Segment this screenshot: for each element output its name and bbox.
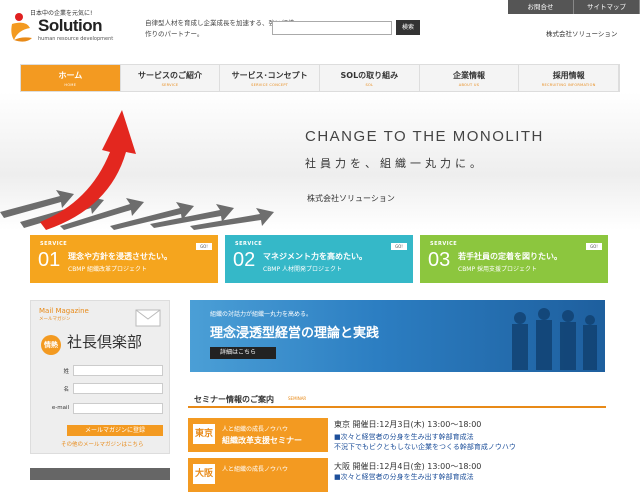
envelope-icon xyxy=(135,309,161,327)
sitemap-link[interactable]: サイトマップ xyxy=(574,0,640,14)
service-tag: SERVICE xyxy=(235,241,263,247)
nav-sub: SERVICE CONCEPT xyxy=(251,83,289,87)
service-card-02[interactable]: SERVICE 02 マネジメント力を高めたい。 CBMP 人材開発プロジェクト… xyxy=(225,235,413,283)
logo[interactable]: 日本中の企業を元気に! Solution human resource deve… xyxy=(8,8,120,48)
passion-badge: 情熱 xyxy=(41,335,61,355)
service-desc: CBMP 人材開発プロジェクト xyxy=(263,266,343,273)
seminar-link[interactable]: 不況下でもビクともしない企業をつくる幹部育成ノウハウ xyxy=(334,442,516,452)
service-card-03[interactable]: SERVICE 03 若手社員の定着を図りたい。 CBMP 採用支援プロジェクト… xyxy=(420,235,608,283)
nav-label: サービスのご紹介 xyxy=(138,71,202,80)
mail-magazine-title: Mail Magazine xyxy=(39,307,89,315)
service-tag: SERVICE xyxy=(40,241,68,247)
nav-sub: SERVICE xyxy=(161,83,179,87)
seminar-link[interactable]: ■次々と経営者の分身を生み出す幹部育成法 xyxy=(334,432,474,442)
hero-headline: CHANGE TO THE MONOLITH xyxy=(305,128,544,145)
header: 日本中の企業を元気に! Solution human resource deve… xyxy=(0,0,640,62)
service-desc: CBMP 採用支援プロジェクト xyxy=(458,266,538,273)
service-card-01[interactable]: SERVICE 01 理念や方針を浸透させたい。 CBMP 組織改革プロジェクト… xyxy=(30,235,218,283)
details-button[interactable]: 詳細はこちら xyxy=(210,347,276,359)
nav-sub: HOME xyxy=(64,83,77,87)
seminar-link[interactable]: ■次々と経営者の分身を生み出す幹部育成法 xyxy=(334,472,474,482)
go-button[interactable]: GO! xyxy=(196,243,212,250)
logo-subtitle: human resource development xyxy=(38,36,114,42)
search-button[interactable]: 検索 xyxy=(396,20,420,35)
logo-name: Solution xyxy=(38,16,102,35)
service-title: 理念や方針を浸透させたい。 xyxy=(68,252,172,261)
seminar-date: 大阪 開催日:12月4日(金) 13:00～18:00 xyxy=(334,462,482,471)
last-name-label: 姓 xyxy=(63,369,69,375)
service-title: マネジメント力を高めたい。 xyxy=(263,252,367,261)
nav-sub: ABOUT US xyxy=(458,83,480,87)
hero-arrows-illustration xyxy=(0,110,274,230)
utility-links: お問合せ サイトマップ xyxy=(508,0,640,14)
service-tag: SERVICE xyxy=(430,241,458,247)
last-name-input[interactable] xyxy=(73,365,163,376)
company-name: 株式会社ソリューション xyxy=(546,30,618,38)
search-input[interactable] xyxy=(272,21,392,35)
seminar-card-tokyo[interactable]: 東京 人と組織の成長ノウハウ 組織改革支援セミナー xyxy=(188,418,328,452)
hero-banner: CHANGE TO THE MONOLITH 社員力を、組織一丸力に。 株式会社… xyxy=(0,92,640,230)
service-number: 03 xyxy=(428,249,451,271)
seminar-card-title: 組織改革支援セミナー xyxy=(222,436,302,445)
mail-magazine-subtitle: メールマガジン xyxy=(39,317,71,322)
business-people-silhouette xyxy=(512,308,597,370)
nav-label: ホーム xyxy=(58,71,83,80)
nav-item-concept[interactable]: サービス･コンセプト SERVICE CONCEPT xyxy=(220,65,321,91)
city-badge: 大阪 xyxy=(192,463,216,485)
nav-label: SOLの取り組み xyxy=(340,71,399,80)
nav-sub: SOL xyxy=(365,83,374,87)
hero-company: 株式会社ソリューション xyxy=(307,194,395,203)
contact-link[interactable]: お問合せ xyxy=(508,0,574,14)
president-club-title: 社長倶楽部 xyxy=(67,333,143,351)
nav-item-recruit[interactable]: 採用情報 RECRUITING INFORMATION xyxy=(519,65,620,91)
other-mail-link[interactable]: その他のメールマガジンはこちら xyxy=(61,440,144,448)
go-button[interactable]: GO! xyxy=(586,243,602,250)
service-desc: CBMP 組織改革プロジェクト xyxy=(68,266,148,273)
seminar-date: 東京 開催日:12月3日(木) 13:00～18:00 xyxy=(334,420,482,429)
first-name-label: 名 xyxy=(63,387,69,393)
seminar-card-caption: 人と組織の成長ノウハウ xyxy=(222,466,289,473)
hero-subheadline: 社員力を、組織一丸力に。 xyxy=(305,157,485,170)
go-button[interactable]: GO! xyxy=(391,243,407,250)
main-nav: ホーム HOME サービスのご紹介 SERVICE サービス･コンセプト SERVIC… xyxy=(20,64,620,92)
seminar-title: セミナー情報のご案内 xyxy=(194,395,274,404)
nav-item-about[interactable]: 企業情報 ABOUT US xyxy=(420,65,520,91)
email-input[interactable] xyxy=(73,403,163,414)
seminar-card-caption: 人と組織の成長ノウハウ xyxy=(222,426,289,433)
sidebar-banner[interactable] xyxy=(30,468,170,480)
service-title: 若手社員の定着を図りたい。 xyxy=(458,252,562,261)
nav-sub: RECRUITING INFORMATION xyxy=(541,83,596,87)
nav-item-sol[interactable]: SOLの取り組み SOL xyxy=(320,65,420,91)
nav-label: 企業情報 xyxy=(453,71,486,80)
nav-label: 採用情報 xyxy=(552,71,585,80)
seminar-section-header: セミナー情報のご案内 SEMINAR xyxy=(188,390,606,408)
service-number: 02 xyxy=(233,249,256,271)
city-badge: 東京 xyxy=(192,423,216,445)
service-number: 01 xyxy=(38,249,61,271)
nav-item-home[interactable]: ホーム HOME xyxy=(21,65,121,91)
philosophy-banner[interactable]: 組織の対話力が組織一丸力を高める。 理念浸透型経営の理論と実践 詳細はこちら xyxy=(190,300,605,372)
mail-register-button[interactable]: メールマガジンに登録 xyxy=(67,425,163,436)
seminar-subtitle: SEMINAR xyxy=(288,396,307,401)
banner-caption: 組織の対話力が組織一丸力を高める。 xyxy=(210,311,313,318)
nav-item-service[interactable]: サービスのご紹介 SERVICE xyxy=(121,65,221,91)
nav-label: サービス･コンセプト xyxy=(231,71,308,80)
mail-magazine-panel: Mail Magazine メールマガジン 情熱 社長倶楽部 姓 名 e-mai… xyxy=(30,300,170,454)
seminar-card-osaka[interactable]: 大阪 人と組織の成長ノウハウ xyxy=(188,458,328,492)
banner-title: 理念浸透型経営の理論と実践 xyxy=(210,326,380,341)
email-label: e-mail xyxy=(51,405,69,411)
first-name-input[interactable] xyxy=(73,383,163,394)
